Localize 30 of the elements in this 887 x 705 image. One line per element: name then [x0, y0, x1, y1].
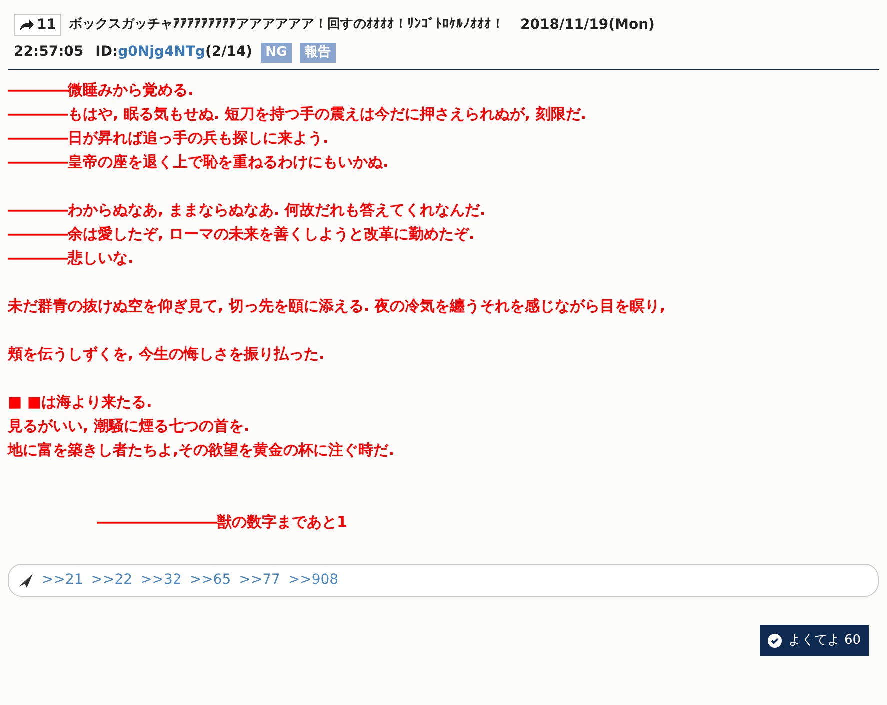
report-button[interactable]: 報告: [300, 42, 336, 62]
paper-plane-icon: [19, 574, 34, 588]
reply-link[interactable]: >>77: [239, 570, 280, 591]
reply-link[interactable]: >>22: [91, 570, 133, 591]
post-text-line: 見るがいい, 潮騒に煙る七つの首を.: [8, 417, 250, 435]
reply-link[interactable]: >>32: [140, 570, 182, 591]
reply-count-button[interactable]: 11: [14, 14, 62, 36]
post-text-line: ――――もはや, 眠る気もせぬ. 短刀を持つ手の震えは今だに押さえられぬが, 刻限だ.: [8, 105, 586, 123]
post-text-line: ――――わからぬなあ, ままならぬなあ. 何故だれも答えてくれなんだ.: [8, 201, 486, 219]
post-text-line: ――――――――獣の数字まであと1: [97, 513, 348, 531]
post-text-line: ――――日が昇れば追っ手の兵も探しに来よう.: [8, 129, 329, 147]
reply-link[interactable]: >>908: [288, 570, 339, 591]
poster-id: ID:g0Njg4NTg(2/14): [96, 43, 253, 62]
post-text-line: 頬を伝うしずくを, 今生の悔しさを振り払った.: [8, 345, 325, 363]
check-circle-icon: [768, 634, 782, 648]
post-text-line: ――――皇帝の座を退く上で恥を重ねるわけにもいかぬ.: [8, 153, 389, 171]
post-text-line: 未だ群青の抜けぬ空を仰ぎ見て, 切っ先を頤に添える. 夜の冷気を纏うそれを感じながら目を瞑り,: [8, 297, 666, 315]
post-text-line: ――――微睡みから覚める.: [8, 81, 194, 99]
ng-button[interactable]: NG: [260, 42, 292, 62]
post-text-line: ――――悲しいな.: [8, 249, 134, 267]
reply-link[interactable]: >>65: [190, 570, 232, 591]
like-button[interactable]: よくてよ 60: [760, 625, 869, 656]
post-text-line: ――――余は愛したぞ, ローマの未来を善くしようと改革に勤めたぞ.: [8, 225, 475, 243]
post-time: 22:57:05: [14, 43, 84, 62]
share-arrow-icon: [19, 18, 35, 32]
post-date: 2018/11/19(Mon): [520, 16, 655, 34]
post-text-line: ■ ■は海より来たる.: [8, 393, 152, 411]
post-title: ボックスガッチャｱｱｱｱｱｱｱｱｱアアアアアア！回すのｵｵｵｵ！ﾘﾝｺﾞﾄﾛｹﾙﾉｵｵｵ！: [69, 16, 504, 34]
post-text-line: 地に富を築きし者たちよ,その欲望を黄金の杯に注ぐ時だ.: [8, 441, 394, 459]
reply-link[interactable]: >>21: [42, 570, 84, 591]
